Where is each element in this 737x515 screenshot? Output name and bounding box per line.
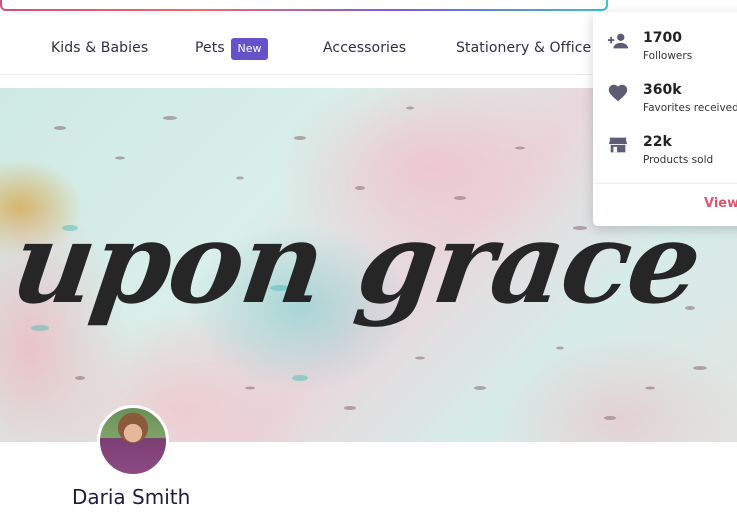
heart-icon xyxy=(608,84,628,102)
nav-item-kids-babies[interactable]: Kids & Babies xyxy=(51,40,148,56)
view-shop-link[interactable]: View xyxy=(704,196,737,211)
nav-item-pets[interactable]: Pets xyxy=(195,40,225,56)
header-top xyxy=(0,0,737,12)
nav-item-accessories[interactable]: Accessories xyxy=(323,40,406,56)
products-sold-count: 22k xyxy=(643,134,672,150)
favorites-count: 360k xyxy=(643,82,682,98)
followers-label: Followers xyxy=(643,50,693,62)
search-bar-edge[interactable] xyxy=(0,0,608,11)
dropdown-divider xyxy=(593,183,737,184)
followers-count: 1700 xyxy=(643,30,682,46)
products-sold-label: Products sold xyxy=(643,154,714,166)
avatar[interactable] xyxy=(97,405,169,477)
new-badge: New xyxy=(231,38,268,60)
shop-owner-name: Daria Smith xyxy=(72,485,191,509)
store-icon xyxy=(608,137,628,153)
shop-stats-dropdown: 1700 Followers 360k Favorites received 2… xyxy=(593,12,737,226)
favorites-label: Favorites received xyxy=(643,102,737,114)
add-person-icon xyxy=(607,33,629,49)
nav-item-stationery-office[interactable]: Stationery & Office xyxy=(456,40,591,56)
